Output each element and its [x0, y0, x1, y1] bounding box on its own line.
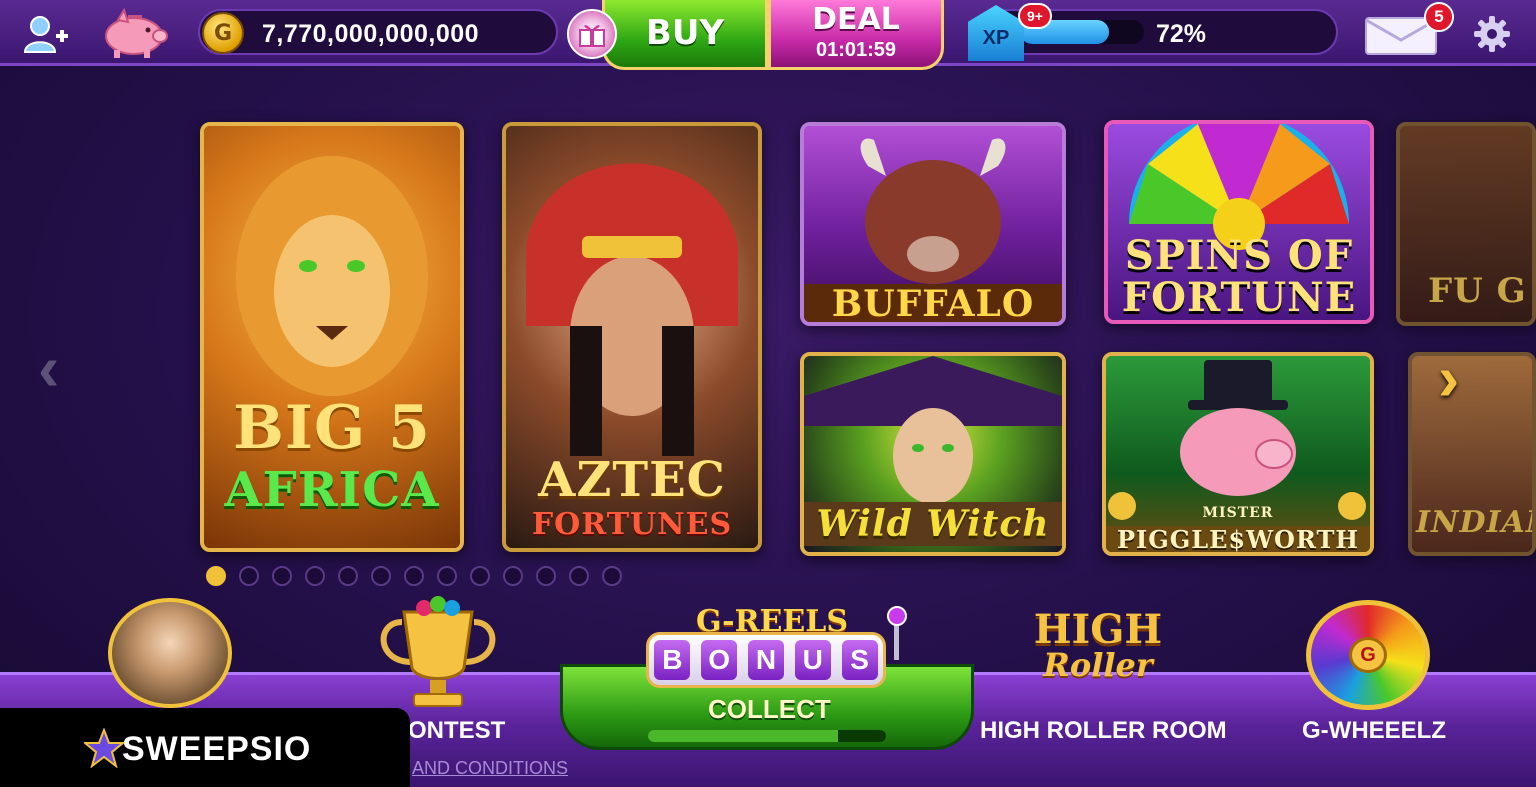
xp-level-badge: 9+	[1018, 3, 1052, 29]
game-title: FU G	[1428, 271, 1527, 311]
collect-progress-fill	[648, 730, 839, 742]
carousel-prev-arrow[interactable]: ‹	[38, 336, 59, 400]
game-title: Wild Witch	[804, 502, 1062, 546]
coin-balance[interactable]: G 7,770,000,000,000	[198, 9, 558, 55]
deal-label: DEAL	[812, 2, 900, 37]
bonus-letter: S	[841, 640, 878, 680]
carousel-dot[interactable]	[371, 566, 391, 586]
buy-button[interactable]: BUY	[602, 0, 768, 70]
game-tile-fu[interactable]: FU G	[1396, 122, 1536, 326]
gift-icon[interactable]	[567, 9, 617, 59]
collect-progress-track	[648, 730, 886, 742]
gear-icon[interactable]	[1470, 12, 1514, 56]
g-wheel-icon[interactable]: G	[1306, 600, 1430, 710]
avatar[interactable]	[108, 598, 232, 708]
game-title: INDIANA	[1416, 505, 1532, 540]
game-tile-indiana[interactable]: INDIANA	[1408, 352, 1536, 556]
game-title: BIG 5	[233, 393, 431, 463]
sweepsio-watermark: SWEEPSIO	[0, 708, 410, 787]
g-wheeelz-label[interactable]: G-WHEEELZ	[1302, 717, 1446, 745]
lever-icon	[882, 606, 912, 662]
xp-percent: 72%	[1156, 20, 1207, 48]
high-roller-logo[interactable]: HIGH Roller	[1012, 606, 1184, 688]
game-title: SPINS OF	[1124, 232, 1354, 279]
top-bar: G 7,770,000,000,000 BUY DEAL 01:01:59 XP…	[0, 0, 1536, 70]
carousel-dot[interactable]	[503, 566, 523, 586]
carousel-next-arrow[interactable]: ›	[1438, 346, 1459, 410]
contest-label[interactable]: ONTEST	[408, 717, 505, 745]
bonus-letter: N	[747, 640, 784, 680]
greels-bonus[interactable]: G-REELS BONUS	[646, 604, 907, 690]
game-title: BUFFALO	[804, 284, 1062, 322]
gold-coin-icon: G	[202, 12, 244, 54]
game-tile-aztec-fortunes[interactable]: AZTEC FORTUNES	[502, 122, 762, 552]
game-art	[1106, 356, 1370, 552]
deal-button[interactable]: DEAL 01:01:59	[768, 0, 944, 70]
trophy-icon[interactable]	[372, 592, 504, 710]
bonus-reel-strip: BONUS	[646, 632, 886, 688]
terms-and-conditions-link[interactable]: AND CONDITIONS	[412, 758, 568, 779]
carousel-dot[interactable]	[338, 566, 358, 586]
game-subtitle: FORTUNE	[1121, 274, 1357, 321]
game-title: AZTEC	[538, 452, 726, 508]
game-tile-spins-of-fortune[interactable]: SPINS OF FORTUNE	[1104, 120, 1374, 324]
add-friend-icon[interactable]	[22, 12, 70, 56]
carousel-dot[interactable]	[239, 566, 259, 586]
game-subtitle: FORTUNES	[531, 507, 733, 542]
carousel-dot[interactable]	[404, 566, 424, 586]
carousel-page-indicator	[206, 566, 622, 586]
deal-timer: 01:01:59	[815, 39, 897, 61]
piggy-bank-icon[interactable]	[98, 6, 170, 60]
sweepsio-brand: SWEEPSIO	[122, 730, 312, 768]
carousel-dot[interactable]	[569, 566, 589, 586]
game-tile-wild-witch[interactable]: Wild Witch	[800, 352, 1066, 556]
high-roller-room-label[interactable]: HIGH ROLLER ROOM	[980, 717, 1227, 745]
carousel-dot[interactable]	[437, 566, 457, 586]
bonus-letter: U	[794, 640, 831, 680]
g-wheel-center: G	[1349, 637, 1387, 673]
xp-badge-icon: XP	[968, 5, 1024, 61]
carousel-dot[interactable]	[602, 566, 622, 586]
bonus-letter: B	[654, 640, 691, 680]
star-icon	[82, 727, 126, 769]
carousel-dot[interactable]	[206, 566, 226, 586]
game-tile-buffalo[interactable]: BUFFALO	[800, 122, 1066, 326]
coin-amount: 7,770,000,000,000	[262, 20, 480, 48]
game-tile-mister-pigglesworth[interactable]: MISTER PIGGLE$WORTH	[1102, 352, 1374, 556]
carousel-dot[interactable]	[272, 566, 292, 586]
game-title: PIGGLE$WORTH	[1106, 526, 1370, 552]
game-tile-big5-africa[interactable]: BIG 5 AFRICA	[200, 122, 464, 552]
bonus-letter: O	[701, 640, 738, 680]
high-roller-logo-bottom: Roller	[1043, 646, 1153, 684]
xp-bar[interactable]: XP 9+ 72%	[968, 3, 1338, 61]
game-subtitle: AFRICA	[224, 462, 440, 518]
mail-count-badge: 5	[1424, 2, 1454, 32]
carousel-dot[interactable]	[470, 566, 490, 586]
collect-button-label[interactable]: COLLECT	[708, 694, 831, 725]
carousel-dot[interactable]	[305, 566, 325, 586]
carousel-dot[interactable]	[536, 566, 556, 586]
game-title-prefix: MISTER	[1202, 505, 1274, 521]
